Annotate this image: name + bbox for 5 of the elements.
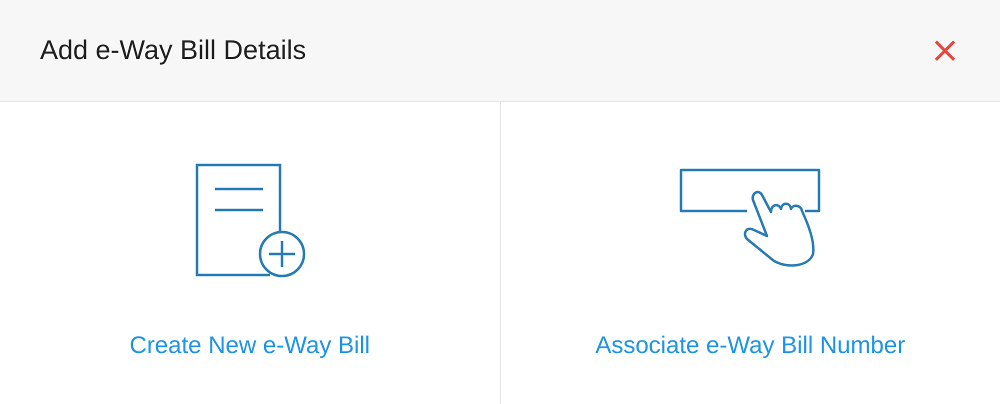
option-link[interactable]: Create New e-Way Bill: [129, 332, 370, 360]
document-plus-icon: [194, 162, 306, 278]
option-link[interactable]: Associate e-Way Bill Number: [595, 332, 906, 360]
close-button[interactable]: ×: [930, 32, 960, 68]
dialog-title: Add e-Way Bill Details: [40, 35, 306, 66]
